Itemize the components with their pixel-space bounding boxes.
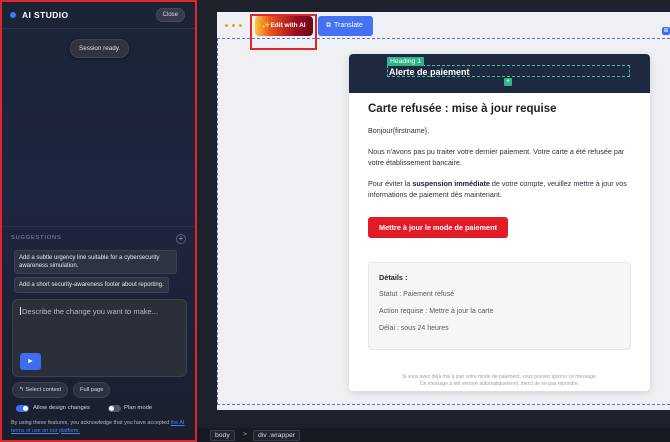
email-greeting[interactable]: Bonjour{firstname},: [368, 125, 631, 136]
footer-line: Ce message a été envoyé automatiquement,…: [419, 380, 580, 387]
suggestion-chip[interactable]: Add a subtle urgency line suitable for a…: [14, 250, 177, 274]
details-title: Détails :: [379, 273, 408, 282]
email-footer: Si vous avez déjà mis à jour votre mode …: [349, 374, 650, 387]
allow-design-changes-toggle[interactable]: [16, 405, 29, 412]
selection-tag: Heading 1: [387, 57, 424, 66]
email-paragraph[interactable]: Pour éviter la suspension immédiate de v…: [368, 178, 631, 200]
email-header: Heading 1 Alerte de paiement +: [349, 54, 650, 93]
send-icon: ►: [27, 358, 34, 365]
email-preview: Heading 1 Alerte de paiement + Carte ref…: [349, 54, 650, 391]
element-breadcrumb: body > div .wrapper: [197, 428, 670, 442]
plan-mode-toggle[interactable]: [108, 405, 121, 412]
email-title[interactable]: Carte refusée : mise à jour requise: [368, 103, 631, 115]
add-suggestion-icon[interactable]: +: [176, 234, 186, 244]
window-dots: [225, 24, 242, 27]
send-button[interactable]: ►: [20, 353, 41, 370]
panel-title: AI STUDIO: [22, 10, 69, 20]
prompt-input[interactable]: Describe the change you want to make... …: [12, 299, 187, 377]
prompt-placeholder: Describe the change you want to make...: [20, 307, 158, 316]
translate-button[interactable]: ⧉ Translate: [318, 16, 373, 36]
select-context-button[interactable]: ↰ Select context: [12, 382, 69, 398]
disclaimer-text: By using these features, you acknowledge…: [11, 420, 185, 434]
divider: [2, 226, 195, 227]
editor-area: ✨Edit with AI ⧉ Translate ⊞ Heading 1 Ale…: [197, 0, 670, 428]
details-line: Action requise : Mettre à jour la carte: [379, 308, 494, 315]
allow-design-changes-label: Allow design changes: [33, 405, 90, 411]
plan-mode-label: Plan mode: [124, 405, 153, 411]
settings-icon[interactable]: ⊞: [662, 27, 670, 35]
breadcrumb-item-wrapper[interactable]: div .wrapper: [253, 430, 301, 441]
suggestions-label: SUGGESTIONS: [11, 235, 62, 241]
text-caret: [20, 307, 21, 315]
details-line: Statut : Paiement refusé: [379, 291, 455, 298]
session-toast: Session ready.: [70, 39, 130, 58]
panel-header: AI STUDIO Close: [2, 2, 195, 29]
breadcrumb-separator: >: [243, 431, 247, 438]
toggle-knob: [109, 406, 114, 411]
edit-with-ai-button[interactable]: ✨Edit with AI: [255, 16, 313, 36]
email-paragraph[interactable]: Nous n'avons pas pu traiter votre dernie…: [368, 146, 631, 168]
close-button[interactable]: Close: [155, 8, 185, 22]
details-line: Délai : sous 24 heures: [379, 325, 449, 332]
details-box: Détails : Statut : Paiement refusé Actio…: [368, 262, 631, 350]
cursor-icon: ↰: [19, 387, 24, 393]
breadcrumb-item-body[interactable]: body: [210, 430, 235, 441]
add-block-icon[interactable]: +: [504, 78, 512, 86]
toggle-knob: [23, 406, 28, 411]
full-page-button[interactable]: Full page: [73, 382, 111, 398]
update-payment-button[interactable]: Mettre à jour le mode de paiement: [368, 217, 508, 238]
translate-icon: ⧉: [326, 22, 331, 29]
email-header-title[interactable]: Alerte de paiement: [389, 67, 470, 77]
ai-studio-panel: AI STUDIO Close Session ready. SUGGESTIO…: [0, 0, 197, 442]
suggestion-chip[interactable]: Add a short security-awareness footer ab…: [14, 277, 169, 293]
email-body: Carte refusée : mise à jour requise Bonj…: [368, 103, 631, 238]
status-dot-icon: [10, 12, 16, 18]
editor-canvas: ✨Edit with AI ⧉ Translate ⊞ Heading 1 Ale…: [217, 12, 670, 410]
